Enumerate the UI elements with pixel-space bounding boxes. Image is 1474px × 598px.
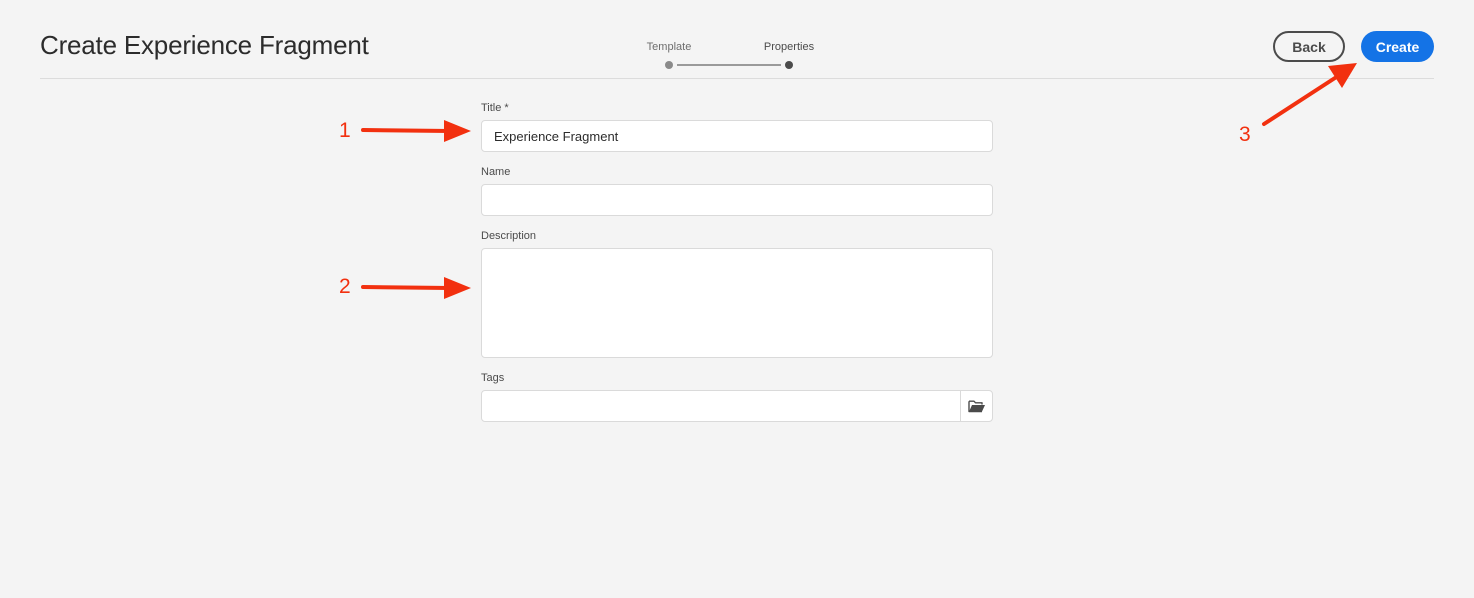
annotation-number-3: 3	[1239, 123, 1251, 146]
wizard-steps: Template Properties	[620, 40, 850, 72]
tags-browse-button[interactable]	[960, 390, 993, 422]
name-field[interactable]	[481, 184, 993, 216]
wizard-step-properties-label: Properties	[763, 41, 815, 53]
annotation-arrow-3	[1262, 63, 1357, 126]
create-experience-fragment-page: Create Experience Fragment Template Prop…	[0, 0, 1474, 598]
wizard-step-template-label[interactable]: Template	[647, 41, 692, 53]
wizard-step-template-dot[interactable]	[665, 61, 673, 69]
description-field-label: Description	[481, 230, 537, 242]
annotation-arrow-2	[361, 277, 471, 299]
folder-open-icon	[967, 400, 985, 413]
page-title: Create Experience Fragment	[40, 30, 369, 60]
create-button[interactable]: Create	[1361, 31, 1434, 62]
tags-field-label: Tags	[481, 372, 505, 384]
description-field[interactable]	[481, 248, 993, 358]
annotation-number-2: 2	[339, 275, 351, 298]
header-divider	[40, 78, 1434, 79]
wizard-step-connector	[677, 64, 781, 66]
title-field[interactable]	[481, 120, 993, 152]
wizard-step-properties-dot	[785, 61, 793, 69]
title-field-label: Title *	[481, 102, 509, 114]
annotation-number-1: 1	[339, 119, 351, 142]
annotation-arrow-1	[361, 120, 471, 142]
tags-field[interactable]	[481, 390, 961, 422]
back-button[interactable]: Back	[1273, 31, 1345, 62]
name-field-label: Name	[481, 166, 511, 178]
